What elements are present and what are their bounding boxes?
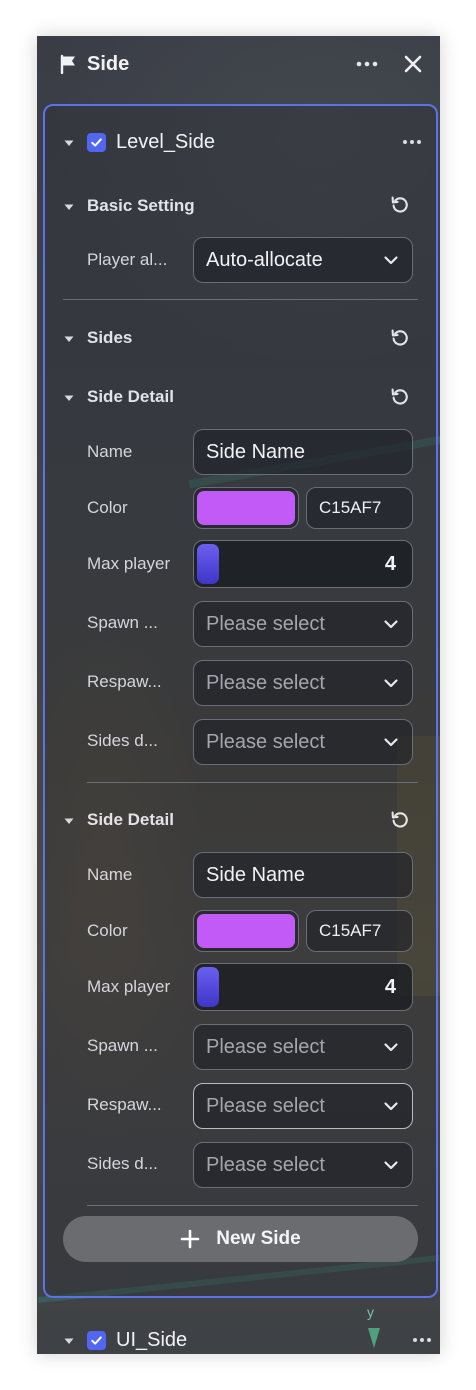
axis-y-label: y [367,1304,374,1320]
respawn-select[interactable]: Please select [193,1083,413,1129]
color-hex-input[interactable]: C15AF7 [306,487,413,529]
caret-down-icon[interactable] [63,200,75,212]
divider [63,299,418,300]
chevron-down-icon [382,1038,400,1056]
spawn-label: Spawn ... [87,1036,158,1055]
color-swatch-button[interactable] [193,910,299,952]
sides-d-label: Sides d... [87,731,158,750]
new-side-button[interactable]: New Side [63,1216,418,1262]
name-value: Side Name [206,863,305,886]
sides-header[interactable]: Sides [63,326,132,350]
max-player-slider[interactable]: 4 [193,540,413,588]
panel-header: Side [37,36,440,92]
name-label: Name [87,442,133,461]
divider [87,1205,418,1206]
basic-setting-title: Basic Setting [87,196,195,215]
level-side-checkbox[interactable] [87,132,106,152]
spawn-value: Please select [206,612,325,635]
plus-icon [180,1229,200,1249]
divider [87,782,418,783]
level-side-header[interactable]: Level_Side [63,128,423,156]
color-swatch-button[interactable] [193,487,299,529]
respawn-label: Respaw... [87,1095,162,1114]
flag-icon [59,54,79,75]
caret-down-icon[interactable] [63,391,75,403]
new-side-label: New Side [216,1228,301,1249]
level-side-title: Level_Side [116,130,215,153]
name-input[interactable]: Side Name [193,429,413,475]
slider-fill[interactable] [197,544,219,584]
ui-side-title: UI_Side [116,1328,188,1351]
max-player-value: 4 [384,975,396,998]
color-hex-input[interactable]: C15AF7 [306,910,413,952]
color-label: Color [87,921,128,940]
respawn-value: Please select [206,1094,325,1117]
sides-title: Sides [87,328,133,347]
color-hex-value: C15AF7 [319,921,382,940]
side-detail-header[interactable]: Side Detail [63,808,174,832]
side-panel: Side Level_Side Basic Setting Player al.… [37,36,440,1354]
respawn-select[interactable]: Please select [193,660,413,706]
panel-title: Side [87,52,130,75]
chevron-down-icon [382,615,400,633]
max-player-label: Max player [87,977,171,996]
side-detail-title: Side Detail [87,387,174,406]
caret-down-icon[interactable] [63,332,75,344]
side-detail-title: Side Detail [87,810,174,829]
reset-icon[interactable] [389,327,411,349]
chevron-down-icon [382,674,400,692]
more-icon[interactable] [401,134,423,150]
max-player-value: 4 [384,552,396,575]
name-label: Name [87,865,133,884]
caret-down-icon[interactable] [63,1334,75,1346]
level-side-card: Level_Side Basic Setting Player al... Au… [43,104,438,1298]
more-icon[interactable] [354,54,380,74]
reset-icon[interactable] [389,194,411,216]
spawn-value: Please select [206,1035,325,1058]
color-label: Color [87,498,128,517]
color-swatch [197,914,295,948]
more-icon[interactable] [411,1332,433,1348]
sides-d-select[interactable]: Please select [193,1142,413,1188]
sides-d-label: Sides d... [87,1154,158,1173]
close-icon[interactable] [402,53,424,75]
ui-side-header[interactable]: UI_Side [63,1326,433,1354]
sides-d-value: Please select [206,730,325,753]
player-allocation-value: Auto-allocate [206,248,323,271]
name-input[interactable]: Side Name [193,852,413,898]
respawn-value: Please select [206,671,325,694]
player-allocation-select[interactable]: Auto-allocate [193,237,413,283]
color-hex-value: C15AF7 [319,498,382,517]
reset-icon[interactable] [389,386,411,408]
respawn-label: Respaw... [87,672,162,691]
color-swatch [197,491,295,525]
basic-setting-header[interactable]: Basic Setting [63,194,195,218]
chevron-down-icon [382,1097,400,1115]
caret-down-icon[interactable] [63,814,75,826]
player-allocation-label: Player al... [87,250,168,269]
slider-fill[interactable] [197,967,219,1007]
caret-down-icon[interactable] [63,136,75,148]
sides-d-value: Please select [206,1153,325,1176]
spawn-label: Spawn ... [87,613,158,632]
chevron-down-icon [382,733,400,751]
max-player-slider[interactable]: 4 [193,963,413,1011]
name-value: Side Name [206,440,305,463]
max-player-label: Max player [87,554,171,573]
chevron-down-icon [382,1156,400,1174]
spawn-select[interactable]: Please select [193,601,413,647]
chevron-down-icon [382,251,400,269]
sides-d-select[interactable]: Please select [193,719,413,765]
side-detail-header[interactable]: Side Detail [63,385,174,409]
ui-side-checkbox[interactable] [87,1330,106,1350]
spawn-select[interactable]: Please select [193,1024,413,1070]
reset-icon[interactable] [389,809,411,831]
